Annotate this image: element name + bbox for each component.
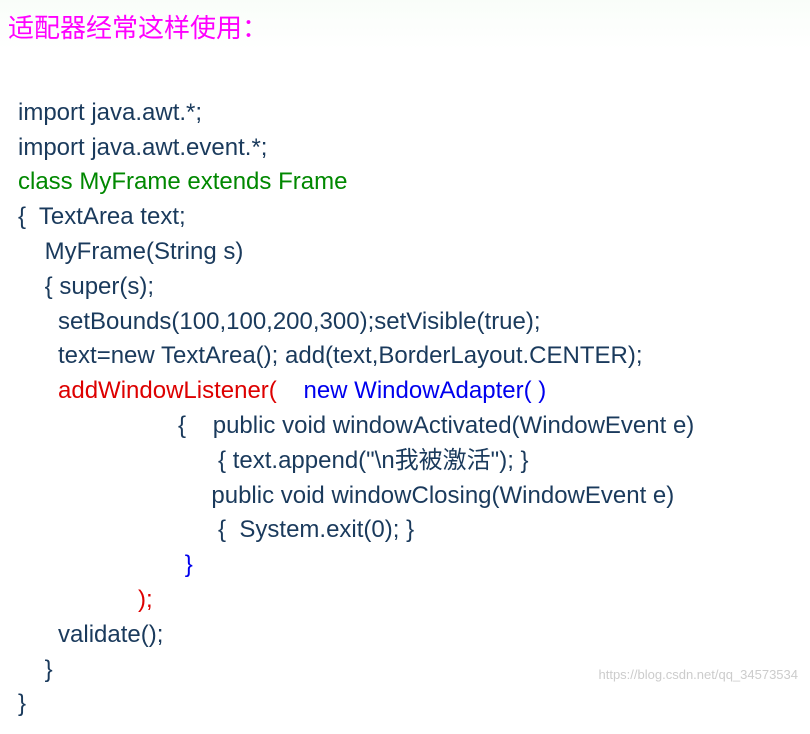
- code-line: );: [18, 586, 153, 613]
- code-line: { super(s);: [18, 273, 154, 300]
- code-line: }: [18, 690, 26, 717]
- code-line: { text.append("\n我被激活"); }: [18, 447, 529, 474]
- code-indent: [18, 377, 58, 404]
- code-method-call: addWindowListener(: [58, 377, 277, 404]
- code-block: import java.awt.*; import java.awt.event…: [0, 49, 810, 734]
- code-line: addWindowListener( new WindowAdapter( ): [18, 377, 546, 404]
- code-spacer: [277, 377, 304, 404]
- code-line: { public void windowActivated(WindowEven…: [18, 412, 694, 439]
- watermark: https://blog.csdn.net/qq_34573534: [599, 667, 799, 682]
- code-line: }: [18, 551, 193, 578]
- code-line: validate();: [18, 621, 163, 648]
- code-line: class MyFrame extends Frame: [18, 168, 347, 195]
- code-line: }: [18, 656, 59, 683]
- code-line: text=new TextArea(); add(text,BorderLayo…: [18, 342, 642, 369]
- code-line: MyFrame(String s): [18, 238, 243, 265]
- code-line: { System.exit(0); }: [18, 516, 414, 543]
- code-line: setBounds(100,100,200,300);setVisible(tr…: [18, 308, 541, 335]
- code-line: import java.awt.*;: [18, 99, 202, 126]
- code-line: { TextArea text;: [18, 203, 186, 230]
- code-constructor: new WindowAdapter( ): [303, 377, 546, 404]
- section-title: 适配器经常这样使用：: [0, 0, 810, 49]
- code-line: public void windowClosing(WindowEvent e): [18, 482, 674, 509]
- code-line: import java.awt.event.*;: [18, 134, 267, 161]
